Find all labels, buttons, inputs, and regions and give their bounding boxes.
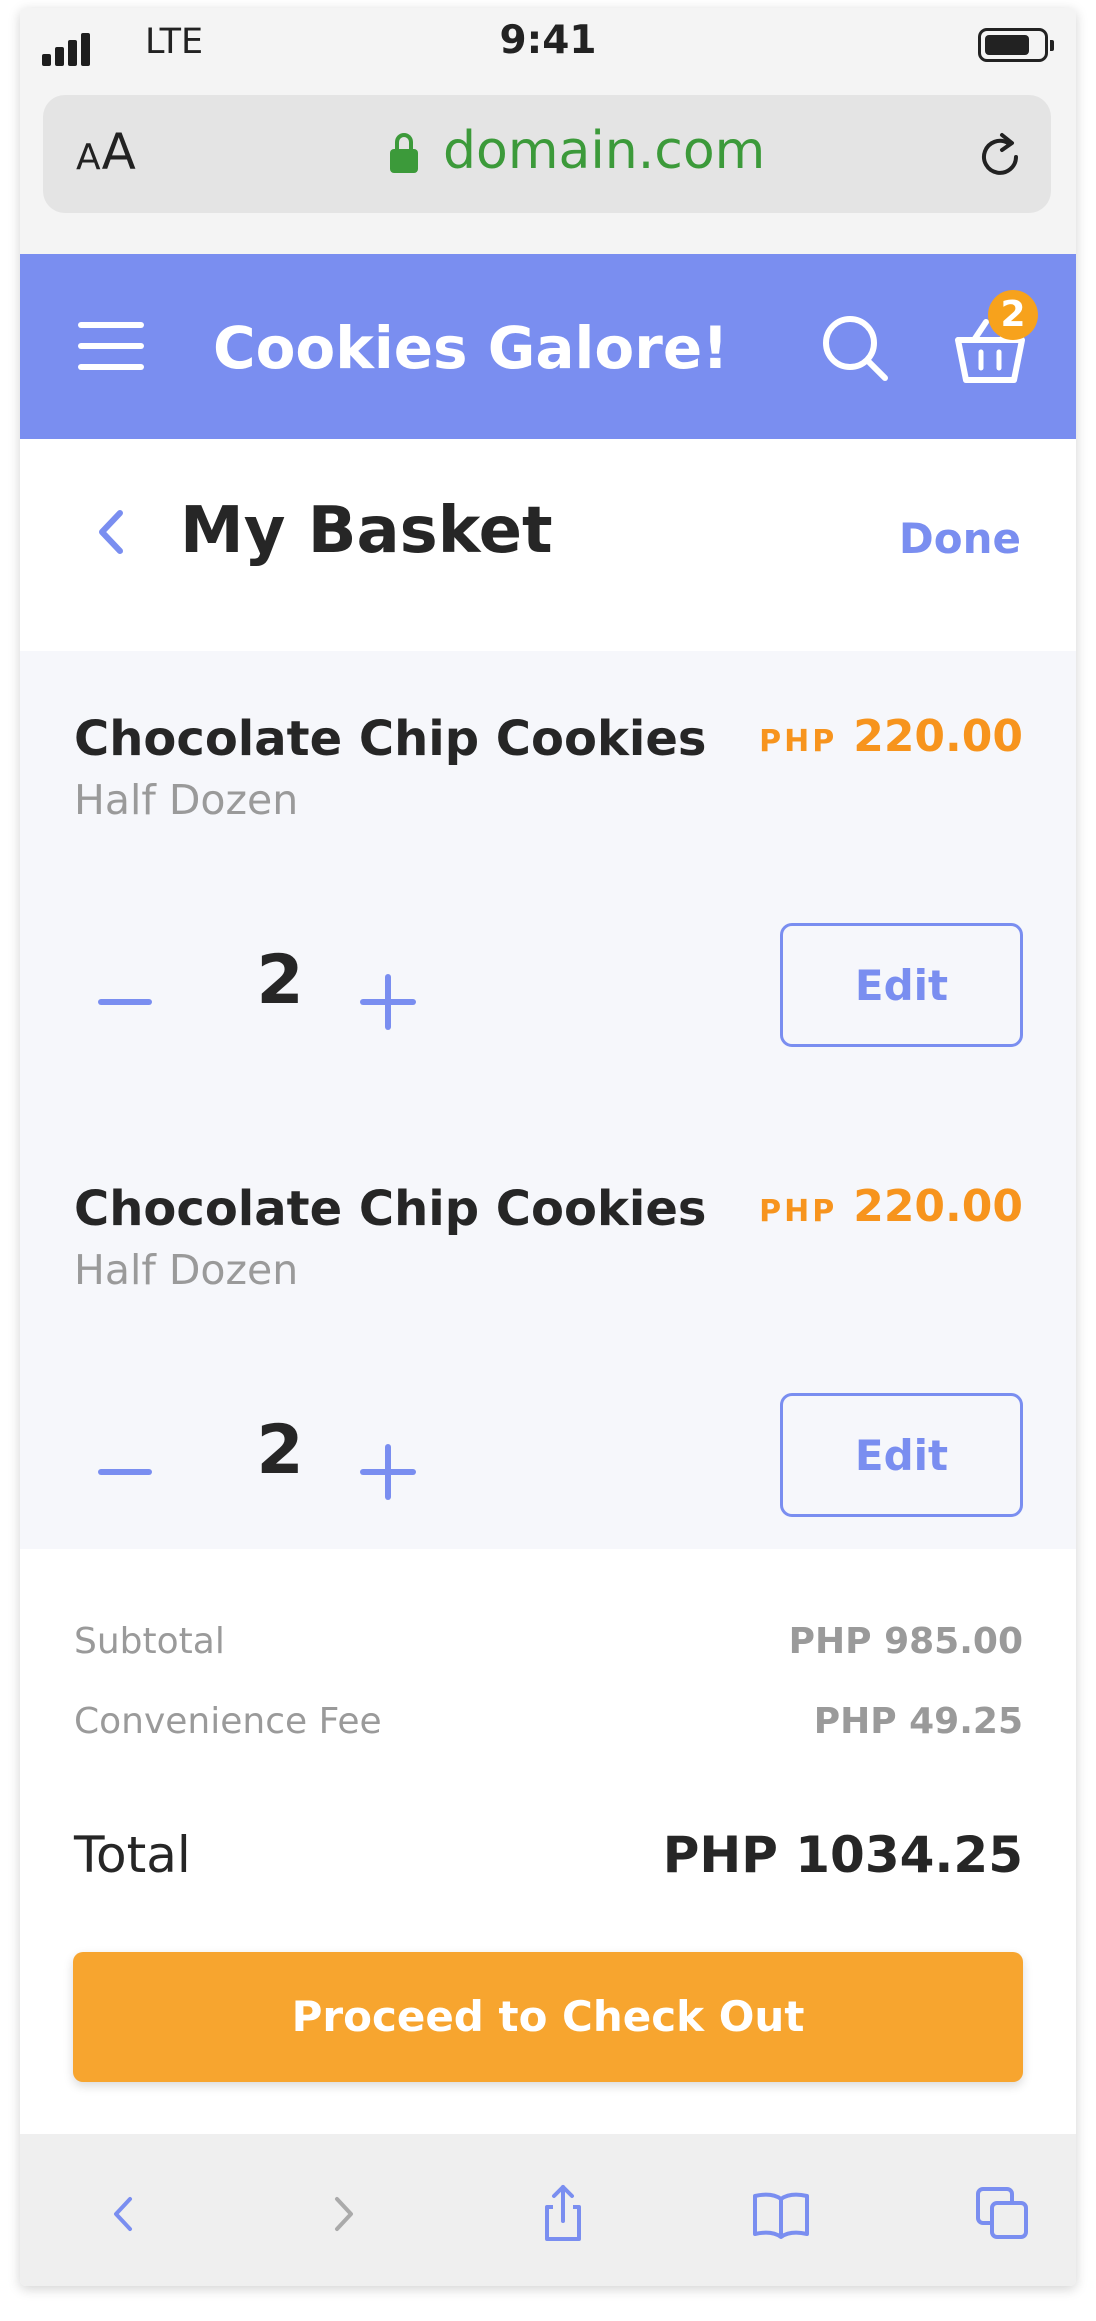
page-title: My Basket bbox=[180, 494, 553, 568]
search-icon[interactable] bbox=[817, 310, 893, 386]
basket-items: Chocolate Chip Cookies Half Dozen PHP 220… bbox=[20, 651, 1076, 1549]
done-button[interactable]: Done bbox=[899, 514, 1021, 563]
item-price-amount: 220.00 bbox=[853, 711, 1023, 762]
item-price: PHP 220.00 bbox=[759, 1181, 1023, 1232]
item-price: PHP 220.00 bbox=[759, 711, 1023, 762]
edit-item-button[interactable]: Edit bbox=[780, 923, 1023, 1047]
reload-icon[interactable] bbox=[972, 129, 1028, 185]
bookmarks-icon[interactable] bbox=[746, 2179, 816, 2249]
increase-quantity-button[interactable] bbox=[360, 1444, 416, 1500]
tabs-icon[interactable] bbox=[968, 2179, 1038, 2249]
subtotal-label: Subtotal bbox=[74, 1621, 225, 1662]
url-domain[interactable]: domain.com bbox=[443, 121, 765, 181]
back-icon[interactable] bbox=[88, 2179, 158, 2249]
subtotal-value: PHP 985.00 bbox=[788, 1621, 1023, 1662]
basket-item: Chocolate Chip Cookies Half Dozen PHP 220… bbox=[20, 651, 1076, 1100]
edit-item-button[interactable]: Edit bbox=[780, 1393, 1023, 1517]
item-quantity: 2 bbox=[256, 1411, 304, 1490]
increase-quantity-button[interactable] bbox=[360, 974, 416, 1030]
order-summary: Subtotal PHP 985.00 Convenience Fee PHP … bbox=[20, 1549, 1076, 2134]
item-price-currency: PHP bbox=[759, 1194, 838, 1229]
decrease-quantity-button[interactable] bbox=[98, 974, 152, 1030]
forward-icon[interactable] bbox=[309, 2179, 379, 2249]
menu-icon[interactable] bbox=[78, 322, 144, 370]
fee-value: PHP 49.25 bbox=[813, 1701, 1023, 1742]
fee-label: Convenience Fee bbox=[74, 1701, 382, 1742]
cart-count-badge: 2 bbox=[988, 290, 1038, 340]
item-variant: Half Dozen bbox=[74, 776, 299, 824]
browser-toolbar bbox=[20, 2134, 1076, 2286]
item-name: Chocolate Chip Cookies bbox=[74, 711, 707, 767]
phone-screen: LTE 9:41 AA domain.com Cookies Galore! 2… bbox=[20, 8, 1076, 2286]
checkout-button[interactable]: Proceed to Check Out bbox=[73, 1952, 1023, 2082]
back-chevron-icon[interactable] bbox=[92, 505, 128, 559]
item-price-amount: 220.00 bbox=[853, 1181, 1023, 1232]
item-name: Chocolate Chip Cookies bbox=[74, 1181, 707, 1237]
status-time: 9:41 bbox=[499, 18, 597, 63]
item-variant: Half Dozen bbox=[74, 1246, 299, 1294]
total-value: PHP 1034.25 bbox=[662, 1826, 1023, 1884]
share-icon[interactable] bbox=[528, 2179, 598, 2249]
page-header: My Basket Done bbox=[20, 439, 1076, 651]
address-bar[interactable]: AA domain.com bbox=[43, 95, 1051, 213]
text-size-button[interactable]: AA bbox=[76, 123, 137, 181]
app-header: Cookies Galore! 2 bbox=[20, 254, 1076, 439]
lock-icon bbox=[390, 133, 418, 173]
decrease-quantity-button[interactable] bbox=[98, 1444, 152, 1500]
battery-icon bbox=[978, 28, 1054, 62]
app-title: Cookies Galore! bbox=[213, 314, 729, 382]
item-quantity: 2 bbox=[256, 941, 304, 1020]
status-bar: LTE 9:41 bbox=[20, 8, 1076, 84]
basket-item: Chocolate Chip Cookies Half Dozen PHP 220… bbox=[20, 1121, 1076, 1570]
browser-chrome: AA domain.com bbox=[20, 84, 1076, 254]
total-label: Total bbox=[74, 1826, 191, 1884]
item-price-currency: PHP bbox=[759, 724, 838, 759]
